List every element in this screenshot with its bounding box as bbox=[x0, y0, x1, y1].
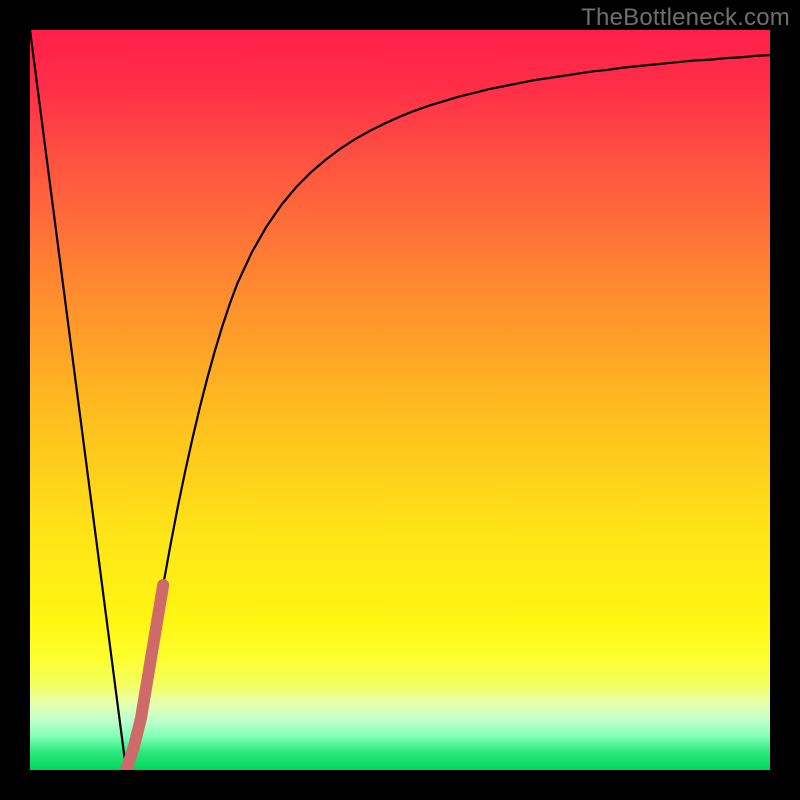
chart-frame: TheBottleneck.com bbox=[0, 0, 800, 800]
plot-area bbox=[30, 30, 770, 770]
watermark-text: TheBottleneck.com bbox=[581, 4, 790, 32]
gradient-background bbox=[30, 30, 770, 770]
bottleneck-chart bbox=[30, 30, 770, 770]
